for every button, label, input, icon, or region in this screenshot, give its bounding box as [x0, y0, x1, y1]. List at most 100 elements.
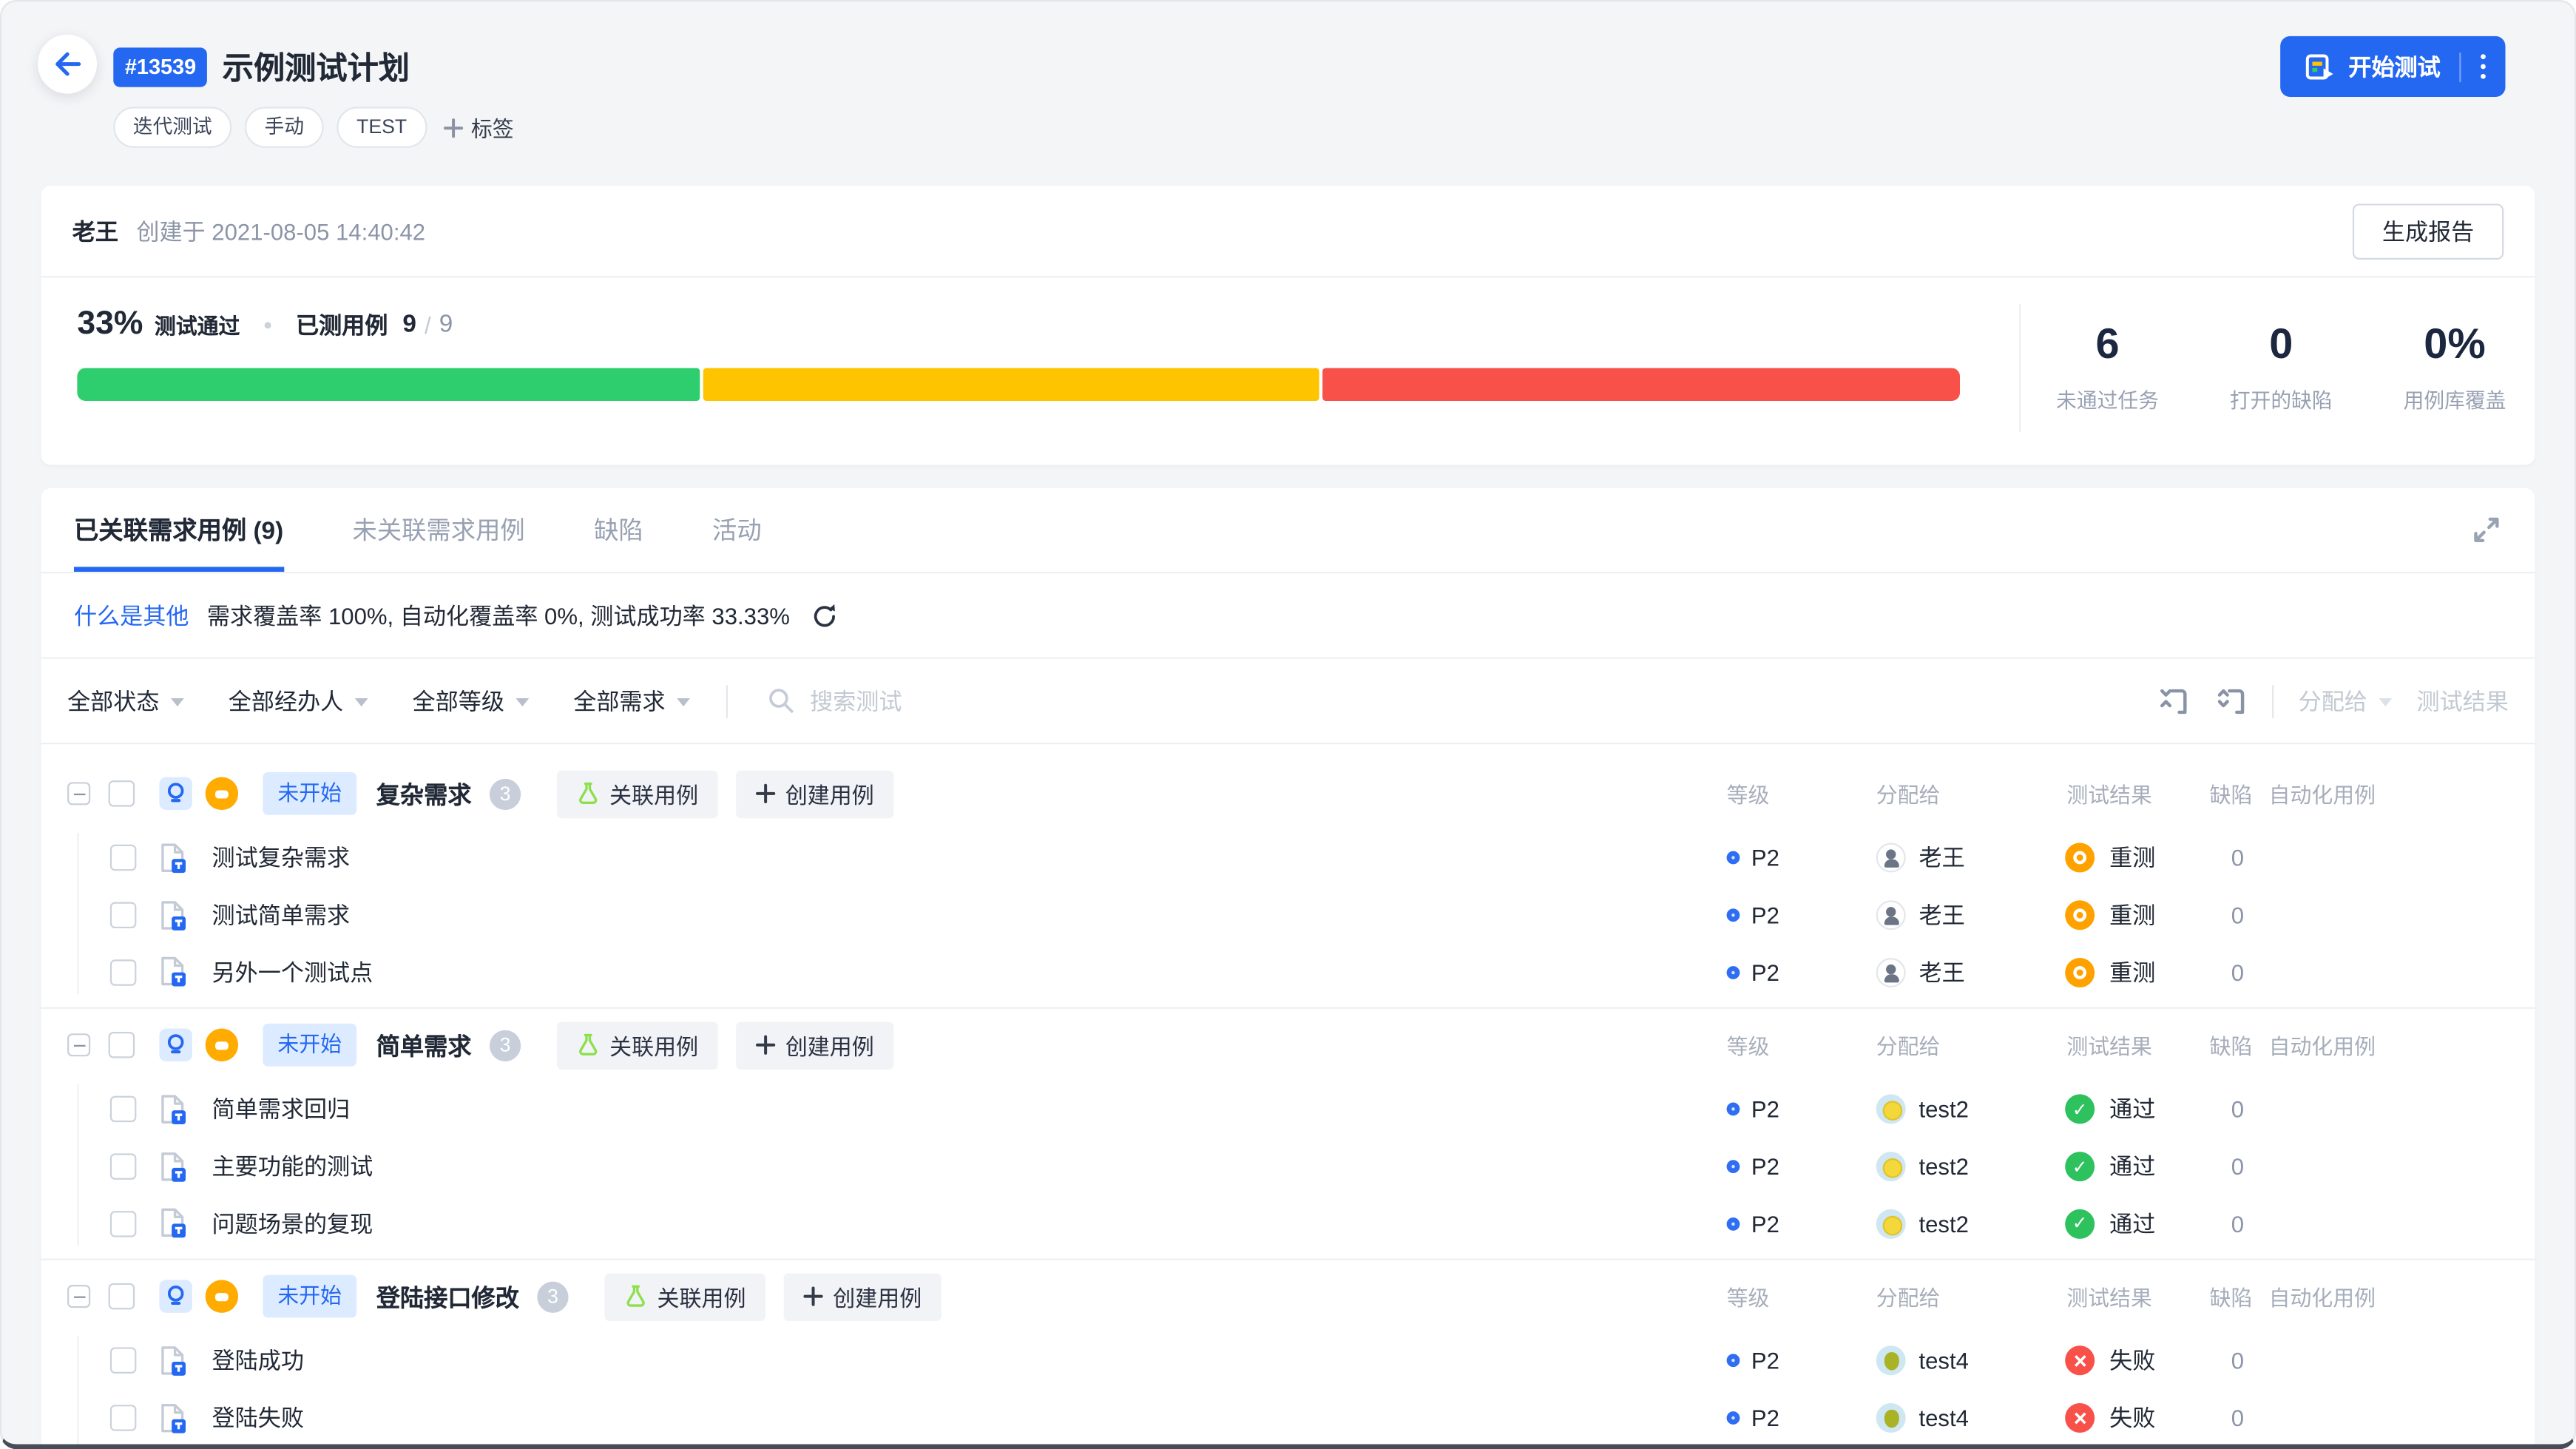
filter-assignee-dropdown[interactable]: 全部经办人: [229, 684, 368, 717]
page-title: 示例测试计划: [222, 53, 410, 87]
filter-requirement-dropdown[interactable]: 全部需求: [573, 684, 690, 717]
link-case-label: 关联用例: [609, 783, 699, 808]
coverage-summary: 需求覆盖率 100%, 自动化覆盖率 0%, 测试成功率 33.33%: [206, 602, 790, 629]
case-title[interactable]: 登陆失败: [212, 1402, 304, 1434]
collapse-all-button[interactable]: [2157, 685, 2190, 716]
stat-library-coverage: 0% 用例库覆盖: [2368, 304, 2542, 432]
row-checkbox[interactable]: [109, 1153, 137, 1181]
column-header-automation: 自动化用例: [2268, 1286, 2376, 1311]
requirement-icon: [159, 1028, 192, 1062]
refresh-button[interactable]: [811, 602, 838, 629]
create-case-button[interactable]: 创建用例: [736, 1021, 894, 1070]
more-actions-button[interactable]: [2458, 51, 2486, 81]
table-row[interactable]: 登陆失败 P2 test4 失败 0: [41, 1390, 2535, 1445]
result-cell[interactable]: 通过: [2065, 1093, 2155, 1126]
result-cell[interactable]: 重测: [2065, 842, 2155, 874]
defect-count: 0: [2231, 1405, 2245, 1432]
column-header-result: 测试结果: [2066, 1034, 2152, 1059]
tab-defects[interactable]: 缺陷: [594, 488, 643, 572]
fullscreen-button[interactable]: [2471, 488, 2502, 572]
result-cell[interactable]: 通过: [2065, 1207, 2155, 1240]
tags-line: 迭代测试 手动 TEST 标签: [113, 107, 514, 148]
tab-unlinked-cases[interactable]: 未关联需求用例: [353, 488, 525, 572]
group-header: 未开始 复杂需求 3 关联用例 创建用例 等级 分配给 测试结果 缺陷 自动化用…: [41, 757, 2535, 830]
row-checkbox[interactable]: [109, 902, 137, 929]
filter-status-dropdown[interactable]: 全部状态: [67, 684, 184, 717]
row-checkbox[interactable]: [109, 1096, 137, 1124]
filter-level-dropdown[interactable]: 全部等级: [413, 684, 530, 717]
table-row[interactable]: 主要功能的测试 P2 test2 通过 0: [41, 1138, 2535, 1195]
case-title[interactable]: 另外一个测试点: [212, 956, 373, 988]
column-header-level: 等级: [1726, 1034, 1770, 1059]
plan-id-badge: #13539: [113, 47, 208, 87]
link-case-button[interactable]: 关联用例: [557, 1021, 718, 1070]
assignee-avatar: [1876, 1403, 1906, 1433]
table-row[interactable]: 简单需求回归 P2 test2 通过 0: [41, 1081, 2535, 1138]
link-case-button[interactable]: 关联用例: [557, 769, 718, 818]
what-is-other-link[interactable]: 什么是其他: [74, 599, 189, 632]
case-title[interactable]: 问题场景的复现: [212, 1207, 373, 1240]
row-checkbox[interactable]: [109, 1348, 137, 1375]
start-test-icon: [2305, 53, 2333, 79]
result-cell[interactable]: 失败: [2065, 1345, 2155, 1377]
assignee-name: test2: [1919, 1096, 1969, 1124]
priority-icon: [1726, 965, 1740, 979]
group-checkbox[interactable]: [108, 1032, 135, 1058]
row-checkbox[interactable]: [109, 1210, 137, 1237]
column-header-automation: 自动化用例: [2268, 1034, 2376, 1059]
result-cell[interactable]: 通过: [2065, 1150, 2155, 1183]
tag-pill[interactable]: 手动: [245, 107, 324, 148]
collapse-all-icon: [2160, 689, 2187, 715]
back-button[interactable]: [38, 34, 98, 94]
expand-all-button[interactable]: [2214, 685, 2247, 716]
result-cell[interactable]: 重测: [2065, 956, 2155, 988]
table-row[interactable]: 登陆成功 P2 test4 失败 0: [41, 1333, 2535, 1390]
tested-total: 9: [439, 310, 453, 339]
filter-requirement-label: 全部需求: [573, 687, 666, 715]
case-title[interactable]: 主要功能的测试: [212, 1150, 373, 1183]
priority-icon: [1726, 1103, 1740, 1117]
add-tag-button[interactable]: 标签: [443, 112, 514, 143]
group-checkbox[interactable]: [108, 780, 135, 807]
test-case-icon: [159, 1208, 187, 1239]
group-header: 未开始 登陆接口修改 3 关联用例 创建用例 等级 分配给 测试结果 缺陷 自动…: [41, 1260, 2535, 1333]
search-input[interactable]: [810, 687, 1057, 715]
collapse-group-button[interactable]: [67, 1033, 91, 1057]
table-row[interactable]: 问题场景的复现 P2 test2 通过 0: [41, 1195, 2535, 1252]
tag-pill[interactable]: 迭代测试: [113, 107, 232, 148]
table-row[interactable]: 测试简单需求 P2 老王 重测 0: [41, 887, 2535, 944]
test-case-icon: [159, 842, 187, 874]
start-test-button[interactable]: 开始测试: [2279, 36, 2506, 98]
refresh-icon: [814, 603, 835, 626]
result-cell[interactable]: 失败: [2065, 1402, 2155, 1434]
collapse-group-button[interactable]: [67, 1285, 91, 1308]
tab-activity[interactable]: 活动: [712, 488, 762, 572]
group-title[interactable]: 登陆接口修改: [376, 1280, 519, 1314]
group-checkbox[interactable]: [108, 1283, 135, 1310]
batch-result-button[interactable]: 测试结果: [2417, 684, 2509, 717]
create-case-button[interactable]: 创建用例: [736, 769, 894, 818]
batch-assign-button[interactable]: 分配给: [2299, 684, 2393, 717]
coverage-row: 什么是其他 需求覆盖率 100%, 自动化覆盖率 0%, 测试成功率 33.33…: [41, 573, 2535, 659]
tab-linked-cases[interactable]: 已关联需求用例 (9): [73, 488, 283, 572]
row-checkbox[interactable]: [109, 845, 137, 872]
table-row[interactable]: 测试复杂需求 P2 老王 重测 0: [41, 830, 2535, 887]
table-row[interactable]: 另外一个测试点 P2 老王 重测 0: [41, 944, 2535, 1001]
result-cell[interactable]: 重测: [2065, 899, 2155, 931]
case-title[interactable]: 测试复杂需求: [212, 842, 351, 874]
filter-level-label: 全部等级: [412, 687, 504, 715]
collapse-group-button[interactable]: [67, 782, 91, 805]
case-title[interactable]: 测试简单需求: [212, 899, 351, 931]
tag-pill[interactable]: TEST: [337, 107, 427, 148]
case-title[interactable]: 简单需求回归: [212, 1093, 351, 1126]
generate-report-button[interactable]: 生成报告: [2352, 203, 2504, 259]
group-title[interactable]: 简单需求: [376, 1028, 472, 1063]
case-title[interactable]: 登陆成功: [212, 1345, 304, 1377]
group-title[interactable]: 复杂需求: [376, 777, 472, 811]
row-checkbox[interactable]: [109, 959, 137, 986]
result-label: 重测: [2109, 902, 2156, 929]
row-checkbox[interactable]: [109, 1405, 137, 1432]
title-line: #13539 示例测试计划: [113, 44, 410, 89]
create-case-button[interactable]: 创建用例: [783, 1272, 942, 1321]
link-case-button[interactable]: 关联用例: [604, 1272, 766, 1321]
